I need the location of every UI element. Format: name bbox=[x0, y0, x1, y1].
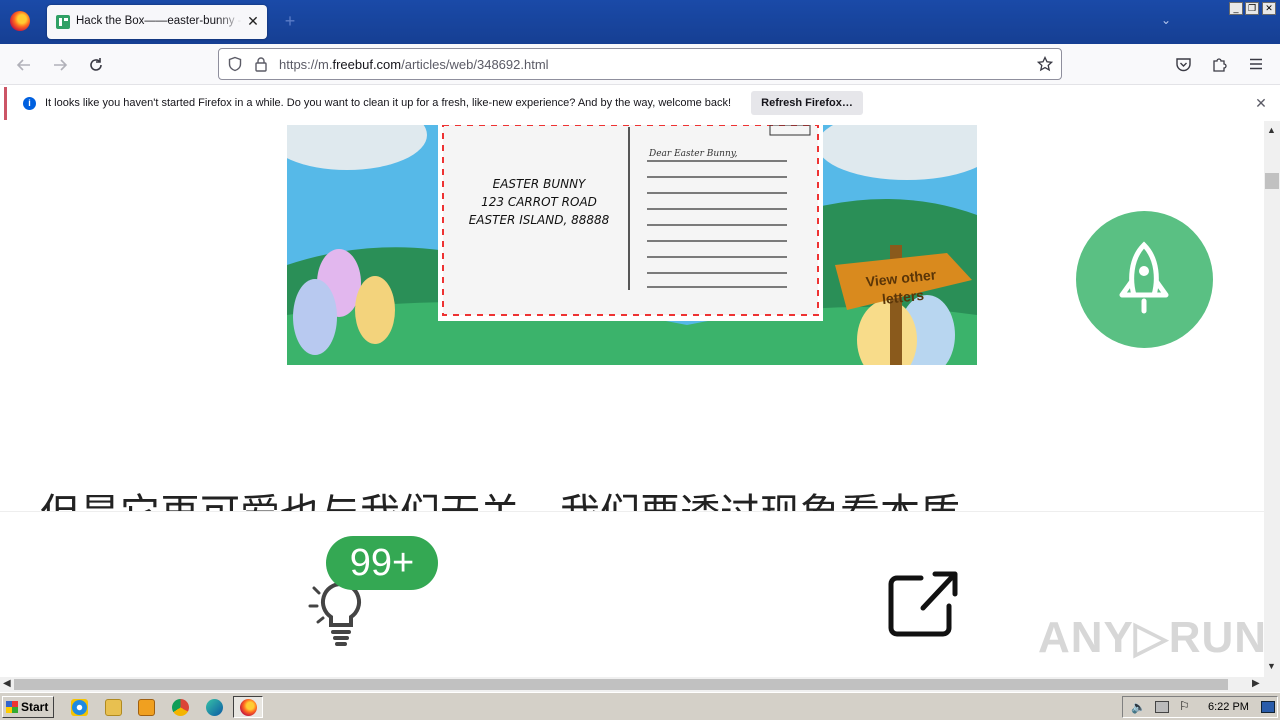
tab-strip: Hack the Box——easter-bunny - FreeBuf ✕ +… bbox=[0, 0, 1280, 44]
system-tray: 🔈 ⚐ bbox=[1122, 696, 1278, 718]
address-line: 123 CARROT ROAD bbox=[481, 195, 597, 209]
arrow-left-icon bbox=[16, 59, 30, 71]
show-desktop-icon[interactable] bbox=[1261, 701, 1275, 713]
taskbar-clock: 6:22 PM bbox=[1208, 701, 1249, 713]
internet-explorer-icon[interactable] bbox=[71, 699, 88, 716]
back-button[interactable] bbox=[13, 54, 35, 76]
rocket-icon bbox=[1119, 241, 1169, 314]
speaker-icon[interactable]: 🔈 bbox=[1131, 700, 1146, 714]
postcard-address: EASTER BUNNY 123 CARROT ROAD EASTER ISLA… bbox=[459, 175, 619, 229]
easter-postcard-image: EASTER BUNNY 123 CARROT ROAD EASTER ISLA… bbox=[287, 125, 977, 365]
extensions-puzzle-icon[interactable] bbox=[1211, 55, 1229, 73]
file-explorer-icon[interactable] bbox=[105, 699, 122, 716]
freebuf-favicon-icon bbox=[56, 15, 70, 29]
taskbar-firefox-button[interactable] bbox=[233, 696, 263, 718]
scroll-down-icon[interactable]: ▼ bbox=[1267, 661, 1276, 671]
postcard-illustration bbox=[287, 125, 977, 365]
firefox-logo-icon[interactable] bbox=[10, 11, 30, 31]
back-to-top-button[interactable] bbox=[1076, 211, 1213, 348]
new-tab-button[interactable]: + bbox=[282, 11, 298, 31]
shield-icon[interactable] bbox=[227, 56, 243, 72]
close-window-button[interactable]: ✕ bbox=[1262, 2, 1276, 15]
scroll-left-icon[interactable]: ◀ bbox=[3, 678, 11, 689]
postcard-greeting: Dear Easter Bunny, bbox=[649, 149, 738, 159]
scroll-up-icon[interactable]: ▲ bbox=[1267, 125, 1276, 135]
url-bar[interactable]: https://m.freebuf.com/articles/web/34869… bbox=[218, 48, 1062, 80]
chevron-down-icon[interactable]: ⌄ bbox=[1157, 13, 1175, 31]
windows-flag-icon bbox=[6, 701, 18, 713]
windows-taskbar: Start 🔈 ⚐ 6:22 PM bbox=[0, 692, 1280, 720]
start-button[interactable]: Start bbox=[2, 696, 54, 718]
arrow-right-icon bbox=[54, 59, 68, 71]
minimize-button[interactable]: _ bbox=[1229, 2, 1243, 15]
media-player-icon[interactable] bbox=[138, 699, 155, 716]
start-label: Start bbox=[21, 700, 49, 714]
restore-button[interactable]: ❐ bbox=[1245, 2, 1259, 15]
tab-title: Hack the Box——easter-bunny - FreeBuf bbox=[76, 15, 242, 27]
pocket-icon[interactable] bbox=[1175, 56, 1192, 73]
like-count-badge: 99+ bbox=[326, 536, 438, 590]
bookmark-star-icon[interactable] bbox=[1037, 56, 1053, 72]
browser-tab[interactable]: Hack the Box——easter-bunny - FreeBuf ✕ bbox=[47, 5, 267, 39]
firefox-icon bbox=[240, 699, 257, 716]
notification-bar: i It looks like you haven't started Fire… bbox=[4, 87, 1276, 120]
chrome-icon[interactable] bbox=[172, 699, 189, 716]
horizontal-scroll-thumb[interactable] bbox=[14, 679, 1228, 690]
network-icon[interactable] bbox=[1155, 701, 1169, 713]
edge-icon[interactable] bbox=[206, 699, 223, 716]
share-icon[interactable] bbox=[887, 570, 959, 640]
notification-close-icon[interactable]: ✕ bbox=[1253, 95, 1269, 111]
info-icon: i bbox=[23, 97, 36, 110]
reload-button[interactable] bbox=[85, 54, 107, 76]
page-content: EASTER BUNNY 123 CARROT ROAD EASTER ISLA… bbox=[0, 121, 1264, 677]
address-line: EASTER ISLAND, 88888 bbox=[468, 213, 610, 227]
article-action-bar: 99+ ANY▷RUN bbox=[0, 511, 1264, 677]
vertical-scroll-thumb[interactable] bbox=[1265, 173, 1279, 189]
reload-icon bbox=[90, 58, 102, 71]
url-text[interactable]: https://m.freebuf.com/articles/web/34869… bbox=[279, 57, 549, 72]
vertical-scrollbar[interactable]: ▲ ▼ bbox=[1264, 121, 1280, 677]
tab-close-icon[interactable]: ✕ bbox=[245, 13, 261, 29]
notification-message: It looks like you haven't started Firefo… bbox=[45, 97, 732, 109]
lock-icon[interactable] bbox=[254, 56, 268, 72]
forward-button[interactable] bbox=[49, 54, 71, 76]
anyrun-watermark: ANY▷RUN bbox=[1038, 613, 1264, 662]
action-center-flag-icon[interactable]: ⚐ bbox=[1179, 699, 1190, 713]
scroll-right-icon[interactable]: ▶ bbox=[1252, 678, 1260, 689]
navigation-toolbar: https://m.freebuf.com/articles/web/34869… bbox=[0, 44, 1280, 85]
refresh-firefox-button[interactable]: Refresh Firefox… bbox=[751, 91, 863, 115]
hamburger-menu-icon[interactable] bbox=[1248, 56, 1264, 72]
address-line: EASTER BUNNY bbox=[492, 177, 586, 191]
